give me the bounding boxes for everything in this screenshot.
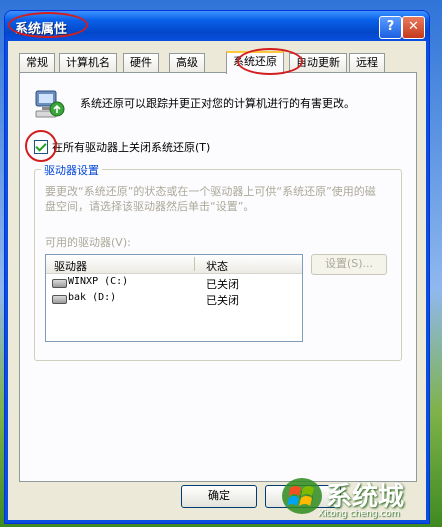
drive-status: 已关闭 <box>206 294 239 307</box>
list-item[interactable]: WINXP (C:) 已关闭 <box>46 275 302 291</box>
close-button[interactable]: ✕ <box>402 16 425 39</box>
hard-drive-icon <box>52 295 67 304</box>
watermark-text: 系统城 <box>326 482 405 512</box>
tab-general[interactable]: 常规 <box>19 53 55 72</box>
drive-settings-description: 要更改“系统还原”的状态或在一个驱动器上可供“系统还原”使用的磁盘空间，请选择该… <box>45 185 376 213</box>
tab-hardware[interactable]: 硬件 <box>123 53 159 72</box>
drive-status: 已关闭 <box>206 278 239 291</box>
tab-advanced[interactable]: 高级 <box>169 53 205 72</box>
column-header-drive[interactable]: 驱动器 <box>54 258 87 274</box>
title-bar[interactable]: 系统属性 ? ✕ <box>5 11 429 41</box>
drive-name: WINXP (C:) <box>68 276 129 287</box>
drives-list-header: 驱动器 状态 <box>46 255 302 274</box>
annotation-circle-tab <box>237 48 303 75</box>
tab-computer-name[interactable]: 计算机名 <box>59 53 117 72</box>
turn-off-system-restore-label[interactable]: 在所有驱动器上关闭系统还原(T) <box>52 139 210 155</box>
help-button[interactable]: ? <box>379 16 402 39</box>
system-restore-description: 系统还原可以跟踪并更正对您的计算机进行的有害更改。 <box>80 97 355 110</box>
watermark-url: Xitong cheng.com <box>318 509 400 519</box>
settings-button[interactable]: 设置(S)... <box>311 254 387 275</box>
site-watermark: 系统城 Xitong cheng.com <box>276 472 436 522</box>
tab-remote[interactable]: 远程 <box>349 53 385 72</box>
annotation-circle-title <box>8 12 88 38</box>
hard-drive-icon <box>52 279 67 288</box>
drive-settings-group: 驱动器设置 要更改“系统还原”的状态或在一个驱动器上可供“系统还原”使用的磁盘空… <box>34 162 402 361</box>
drives-list[interactable]: 驱动器 状态 WINXP (C:) 已关闭 bak (D:) 已关闭 <box>45 254 303 342</box>
ok-button[interactable]: 确定 <box>181 485 257 508</box>
available-drives-label: 可用的驱动器(V): <box>45 236 131 249</box>
system-restore-panel: 系统还原可以跟踪并更正对您的计算机进行的有害更改。 在所有驱动器上关闭系统还原(… <box>19 72 417 482</box>
column-separator <box>194 257 195 271</box>
system-properties-window: 系统属性 ? ✕ 常规 计算机名 硬件 高级 系统还原 自动更新 远程 系统还原… <box>4 10 430 524</box>
column-header-status[interactable]: 状态 <box>206 258 228 274</box>
list-item[interactable]: bak (D:) 已关闭 <box>46 291 302 307</box>
drive-settings-title: 驱动器设置 <box>41 162 102 178</box>
drive-name: bak (D:) <box>68 292 117 303</box>
annotation-circle-checkbox <box>25 130 57 162</box>
system-restore-icon <box>30 87 66 123</box>
